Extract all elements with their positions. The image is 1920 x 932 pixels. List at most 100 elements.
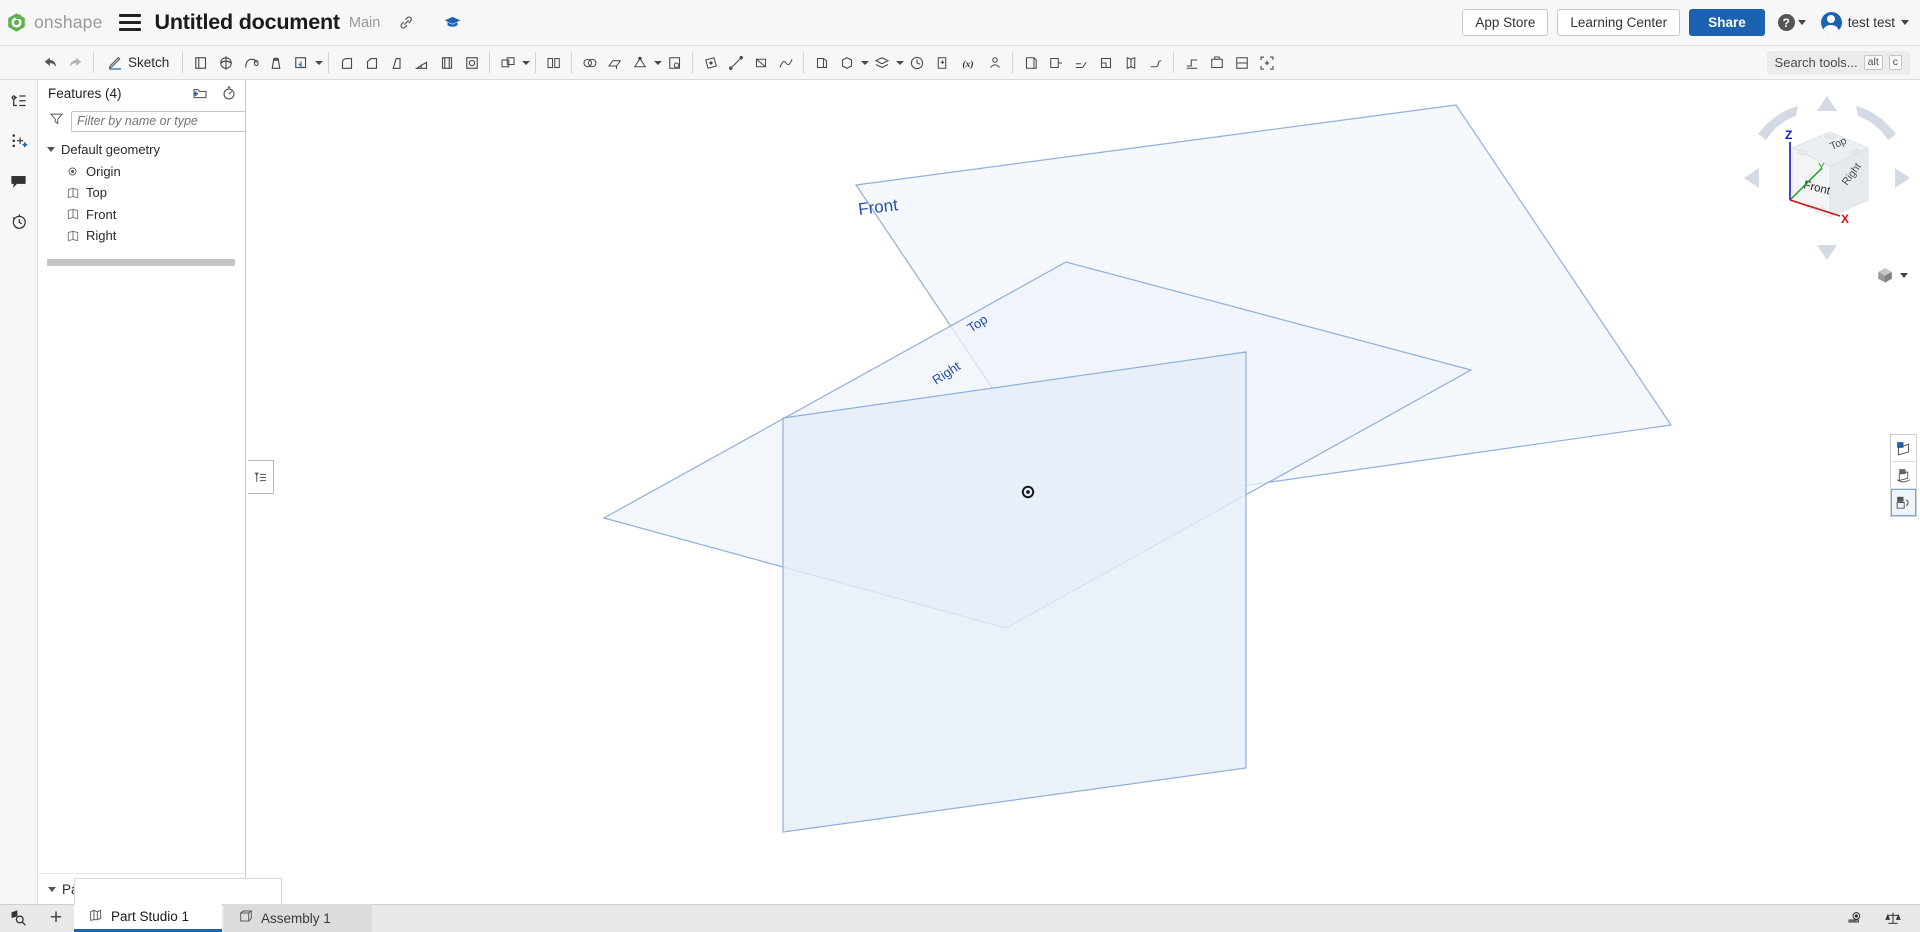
stack-icon[interactable] bbox=[869, 49, 894, 77]
jog-icon[interactable] bbox=[1143, 49, 1168, 77]
features-filter-input[interactable] bbox=[71, 110, 246, 132]
variable-icon[interactable]: (x) bbox=[954, 49, 982, 77]
chevron-down-icon[interactable] bbox=[896, 60, 905, 65]
rollback-bar-handle[interactable] bbox=[47, 258, 235, 266]
app-store-button[interactable]: App Store bbox=[1462, 9, 1549, 36]
tab-assembly-1[interactable]: Assembly 1 bbox=[224, 904, 372, 932]
boolean-icon[interactable] bbox=[495, 49, 520, 77]
extrude-icon[interactable] bbox=[188, 49, 213, 77]
shell-icon[interactable] bbox=[434, 49, 459, 77]
pencil-sketch-icon bbox=[108, 56, 121, 70]
loft-icon[interactable] bbox=[263, 49, 288, 77]
filter-funnel-icon[interactable] bbox=[49, 111, 64, 131]
tree-item-origin[interactable]: Origin bbox=[39, 161, 245, 183]
tab-icon[interactable] bbox=[1204, 49, 1229, 77]
chevron-down-icon[interactable] bbox=[654, 60, 663, 65]
feature-list-toggle-button[interactable] bbox=[248, 460, 274, 494]
composite-part-icon[interactable] bbox=[834, 49, 859, 77]
thicken-icon[interactable] bbox=[288, 49, 313, 77]
tree-item-label: Right bbox=[86, 228, 117, 244]
tree-item-front[interactable]: Front bbox=[39, 204, 245, 226]
help-menu[interactable]: ? bbox=[1777, 14, 1806, 31]
draft-icon[interactable] bbox=[384, 49, 409, 77]
comments-icon[interactable] bbox=[5, 168, 33, 194]
left-icon-rail bbox=[0, 80, 38, 932]
hem-icon[interactable] bbox=[1118, 49, 1143, 77]
origin-point-icon bbox=[65, 164, 80, 179]
page-title[interactable]: Untitled document bbox=[155, 10, 341, 35]
explode-view-icon[interactable] bbox=[1891, 489, 1916, 516]
transform-icon[interactable] bbox=[627, 49, 652, 77]
tab-part-studio-1[interactable]: Part Studio 1 bbox=[74, 904, 222, 932]
plane-icon[interactable] bbox=[698, 49, 723, 77]
measure-tape-icon[interactable] bbox=[1844, 908, 1866, 928]
graduation-cap-icon[interactable] bbox=[440, 11, 464, 35]
toolbar-divider bbox=[489, 52, 491, 73]
search-tools-input[interactable]: Search tools... alt c bbox=[1766, 50, 1910, 75]
split-icon[interactable] bbox=[662, 49, 687, 77]
chevron-down-icon[interactable] bbox=[861, 60, 870, 65]
plane-right-surface bbox=[782, 351, 1247, 833]
branch-label[interactable]: Main bbox=[349, 15, 380, 31]
section-view-icon[interactable] bbox=[1891, 435, 1916, 462]
curve-icon[interactable] bbox=[773, 49, 798, 77]
link-icon[interactable] bbox=[394, 11, 418, 35]
sketch-button[interactable]: Sketch bbox=[99, 49, 177, 77]
svg-text:(x): (x) bbox=[963, 58, 974, 69]
unfold-icon[interactable] bbox=[1179, 49, 1204, 77]
history-icon[interactable] bbox=[5, 208, 33, 234]
share-button[interactable]: Share bbox=[1689, 9, 1765, 36]
import-derive-icon[interactable] bbox=[929, 49, 954, 77]
cad-canvas[interactable]: Front Top Right Top Front Right Z Y X bbox=[246, 80, 1920, 904]
axis-icon[interactable] bbox=[723, 49, 748, 77]
sheet-metal-flat-icon[interactable] bbox=[1018, 49, 1043, 77]
view-cube[interactable]: Top Front Right Z Y X bbox=[1740, 92, 1915, 267]
chamfer-icon[interactable] bbox=[359, 49, 384, 77]
rotate-view-icon[interactable] bbox=[1891, 462, 1916, 489]
revolve-icon[interactable] bbox=[213, 49, 238, 77]
pattern-linear-icon[interactable] bbox=[541, 49, 566, 77]
sheet-corner-icon[interactable] bbox=[1093, 49, 1118, 77]
rib-icon[interactable] bbox=[409, 49, 434, 77]
search-tools-placeholder: Search tools... bbox=[1774, 55, 1858, 70]
hamburger-menu-icon[interactable] bbox=[118, 14, 141, 31]
insert-feature-icon[interactable] bbox=[5, 128, 33, 154]
sheet-other-icon[interactable] bbox=[1229, 49, 1254, 77]
feature-list-icon[interactable] bbox=[5, 88, 33, 114]
sweep-icon[interactable] bbox=[238, 49, 263, 77]
tab-label: Assembly 1 bbox=[261, 910, 331, 926]
fillet-icon[interactable] bbox=[334, 49, 359, 77]
assembly-feature-icon[interactable] bbox=[982, 49, 1007, 77]
hole-icon[interactable] bbox=[459, 49, 484, 77]
point-icon[interactable] bbox=[748, 49, 773, 77]
tree-group-default-geometry[interactable]: Default geometry bbox=[39, 139, 245, 161]
brand[interactable]: onshape bbox=[0, 12, 103, 33]
sketch-label: Sketch bbox=[128, 55, 170, 70]
redo-arrow-icon[interactable] bbox=[63, 49, 88, 77]
user-menu[interactable]: test test bbox=[1820, 12, 1909, 33]
learning-center-button[interactable]: Learning Center bbox=[1557, 9, 1681, 36]
stopwatch-icon[interactable] bbox=[219, 84, 238, 103]
chevron-down-icon[interactable] bbox=[522, 60, 531, 65]
magnify-cube-icon[interactable] bbox=[0, 904, 38, 932]
plane-icon bbox=[65, 185, 80, 200]
bend-icon[interactable] bbox=[1068, 49, 1093, 77]
sheet-metal-icon[interactable] bbox=[602, 49, 627, 77]
display-style-button[interactable] bbox=[1875, 266, 1908, 284]
mass-properties-icon[interactable] bbox=[1882, 908, 1904, 928]
mirror-icon[interactable] bbox=[577, 49, 602, 77]
top-bar: onshape Untitled document Main App Store… bbox=[0, 0, 1920, 46]
shortcut-key-c: c bbox=[1888, 55, 1902, 70]
undo-arrow-icon[interactable] bbox=[38, 49, 63, 77]
select-all-icon[interactable] bbox=[1254, 49, 1279, 77]
feature-tree: Default geometry Origin Top Front Right bbox=[39, 136, 245, 247]
flange-icon[interactable] bbox=[1043, 49, 1068, 77]
features-panel-header-actions bbox=[190, 84, 238, 103]
tree-item-top[interactable]: Top bbox=[39, 182, 245, 204]
chevron-down-icon[interactable] bbox=[315, 60, 324, 65]
new-folder-icon[interactable] bbox=[190, 84, 209, 103]
tree-item-right[interactable]: Right bbox=[39, 225, 245, 247]
part-studio-icon[interactable] bbox=[809, 49, 834, 77]
add-tab-button[interactable]: + bbox=[38, 904, 74, 932]
clock-icon[interactable] bbox=[904, 49, 929, 77]
